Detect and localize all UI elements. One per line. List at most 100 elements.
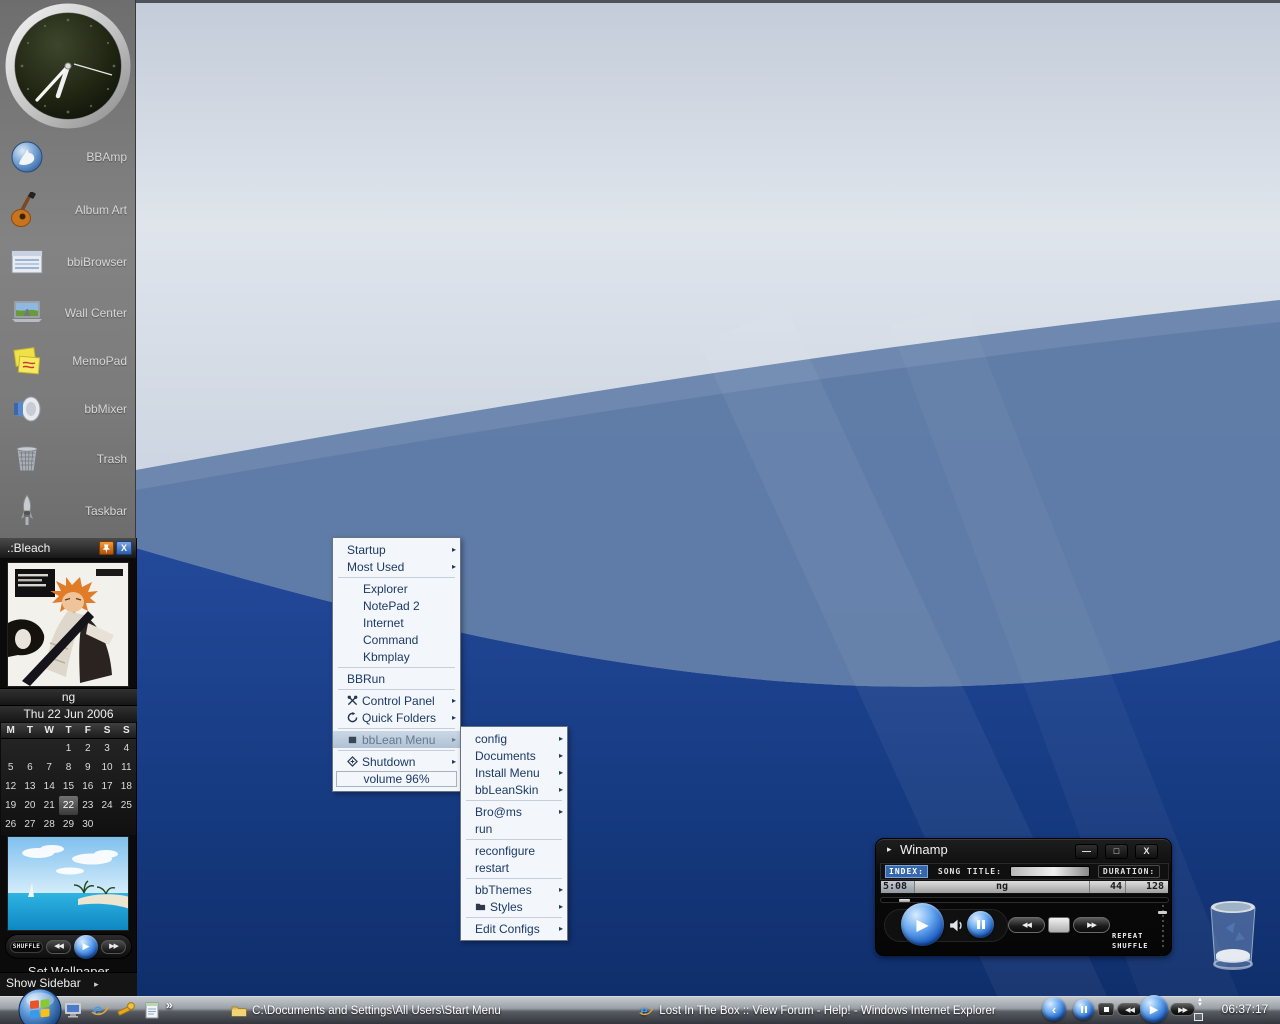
tray-collapse-icon[interactable]: ‹	[1042, 997, 1066, 1021]
shuffle-button[interactable]: SHUFFLE	[10, 941, 43, 953]
calendar-day[interactable]: 1	[59, 739, 78, 758]
recycle-bin-icon[interactable]	[1204, 896, 1262, 976]
taskbar-task[interactable]: C:\Documents and Settings\All Users\Star…	[192, 999, 540, 1022]
calendar-day[interactable]: 2	[78, 739, 97, 758]
calendar-day[interactable]: 3	[97, 739, 116, 758]
calendar-day[interactable]: 4	[117, 739, 136, 758]
tray-scroll-arrows-icon[interactable]: ▲▼	[1197, 998, 1203, 1008]
menu-item-control-panel[interactable]: Control Panel▸	[333, 692, 460, 709]
calendar-day[interactable]: 28	[40, 815, 59, 834]
dock-item-bbmixer[interactable]: bbMixer	[0, 389, 136, 429]
menu-item-styles[interactable]: Styles▸	[461, 898, 567, 915]
menu-item-reconfigure[interactable]: reconfigure	[461, 842, 567, 859]
menu-item-install-menu[interactable]: Install Menu▸	[461, 764, 567, 781]
menu-item-run[interactable]: run	[461, 820, 567, 837]
tray-pause-icon[interactable]	[1073, 999, 1094, 1020]
calendar-day[interactable]: 7	[40, 758, 59, 777]
calendar-day[interactable]: 27	[20, 815, 39, 834]
menu-item-bro-ms[interactable]: Bro@ms▸	[461, 803, 567, 820]
quick-launch-overflow-chevron[interactable]: »	[166, 998, 173, 1012]
calendar-day[interactable]: 17	[97, 777, 116, 796]
menu-item-edit-configs[interactable]: Edit Configs▸	[461, 920, 567, 937]
menu-item-notepad-2[interactable]: NotePad 2	[333, 597, 460, 614]
close-icon[interactable]: X	[1135, 844, 1158, 859]
menu-item-explorer[interactable]: Explorer	[333, 580, 460, 597]
menu-item-quick-folders[interactable]: Quick Folders▸	[333, 709, 460, 726]
menu-item-bbrun[interactable]: BBRun	[333, 670, 460, 687]
menu-item-command[interactable]: Command	[333, 631, 460, 648]
pause-button[interactable]	[967, 911, 994, 938]
tray-window-icon[interactable]	[1194, 1013, 1203, 1021]
seek-knob[interactable]	[899, 899, 910, 902]
calendar-day[interactable]: 30	[78, 815, 97, 834]
menu-item-documents[interactable]: Documents▸	[461, 747, 567, 764]
minimize-icon[interactable]: —	[1075, 844, 1098, 859]
menu-item-most-used[interactable]: Most Used▸	[333, 558, 460, 575]
menu-item-bblean-menu[interactable]: bbLean Menu▸	[333, 731, 460, 748]
calendar-day[interactable]: 24	[97, 796, 116, 815]
repeat-toggle[interactable]: REPEAT	[1112, 932, 1143, 940]
dock-item-wall-center[interactable]: Wall Center	[0, 293, 136, 333]
next-track-button[interactable]: ▶▶	[1073, 917, 1110, 933]
calendar-day[interactable]: 19	[1, 796, 20, 815]
volume-slider-knob[interactable]	[1158, 911, 1167, 914]
calendar-day[interactable]: 20	[20, 796, 39, 815]
winamp-window[interactable]: ▸ Winamp — □ X INDEX: SONG TITLE: DURATI…	[875, 838, 1172, 956]
start-button[interactable]	[17, 987, 63, 1024]
calendar-day[interactable]: 5	[1, 758, 20, 777]
dock-item-bbibrowser[interactable]: bbiBrowser	[0, 242, 136, 282]
pin-icon[interactable]	[99, 541, 114, 555]
calendar-day[interactable]: 23	[78, 796, 97, 815]
ie-icon[interactable]: e	[90, 1000, 110, 1020]
calendar-day[interactable]: 18	[117, 777, 136, 796]
winamp-menu-arrow-icon[interactable]: ▸	[887, 844, 892, 855]
calendar-day[interactable]: 26	[1, 815, 20, 834]
previous-track-button[interactable]: ◀◀	[1008, 917, 1045, 933]
calendar-day[interactable]: 15	[59, 777, 78, 796]
calendar-day[interactable]: 8	[59, 758, 78, 777]
notepad-icon[interactable]	[142, 1000, 162, 1020]
menu-item-kbmplay[interactable]: Kbmplay	[333, 648, 460, 665]
calendar-day[interactable]: 25	[117, 796, 136, 815]
dock-item-memopad[interactable]: MemoPad	[0, 341, 136, 381]
previous-track-button[interactable]: ◀◀	[46, 940, 71, 954]
volume-icon[interactable]	[948, 917, 965, 934]
title-scroll-bar[interactable]	[1010, 866, 1090, 877]
menu-item-internet[interactable]: Internet	[333, 614, 460, 631]
calendar-day[interactable]: 29	[59, 815, 78, 834]
stop-button[interactable]	[1048, 917, 1070, 933]
calendar-day[interactable]: 13	[20, 777, 39, 796]
menu-item-volume-96[interactable]: volume 96%	[336, 771, 457, 787]
taskbar-task[interactable]: eLost In The Box :: View Forum - Help! -…	[634, 999, 1000, 1022]
menu-item-config[interactable]: config▸	[461, 730, 567, 747]
bleach-panel-titlebar[interactable]: .:Bleach X	[0, 538, 136, 558]
shuffle-toggle[interactable]: SHUFFLE	[1112, 942, 1149, 950]
play-button[interactable]: ▶	[901, 903, 944, 946]
calendar-day[interactable]: 10	[97, 758, 116, 777]
calendar-day[interactable]: 9	[78, 758, 97, 777]
tray-previous-icon[interactable]: ◀◀	[1117, 1003, 1142, 1016]
play-button[interactable]: ▶	[74, 935, 98, 959]
calendar-day[interactable]: 16	[78, 777, 97, 796]
menu-item-shutdown[interactable]: Shutdown▸	[333, 753, 460, 770]
menu-item-bbthemes[interactable]: bbThemes▸	[461, 881, 567, 898]
calendar-day[interactable]: 11	[117, 758, 136, 777]
close-icon[interactable]: X	[116, 541, 132, 555]
maximize-icon[interactable]: □	[1105, 844, 1128, 859]
key-icon[interactable]	[116, 1000, 136, 1020]
tray-play-icon[interactable]: ▶	[1140, 995, 1168, 1023]
monitor-icon[interactable]	[63, 1000, 83, 1020]
tray-stop-icon[interactable]	[1098, 1003, 1114, 1016]
calendar-day[interactable]: 22	[59, 796, 78, 815]
calendar-day[interactable]: 14	[40, 777, 59, 796]
index-label[interactable]: INDEX:	[885, 865, 928, 878]
calendar-day[interactable]: 12	[1, 777, 20, 796]
menu-item-startup[interactable]: Startup▸	[333, 541, 460, 558]
menu-item-bbleanskin[interactable]: bbLeanSkin▸	[461, 781, 567, 798]
tray-next-icon[interactable]: ▶▶	[1170, 1003, 1195, 1016]
dock-item-taskbar[interactable]: Taskbar	[0, 491, 136, 531]
calendar-day[interactable]: 6	[20, 758, 39, 777]
taskbar-clock[interactable]: 06:37:17	[1212, 1002, 1278, 1016]
dock-item-album-art[interactable]: Album Art	[0, 190, 136, 230]
calendar-day[interactable]: 21	[40, 796, 59, 815]
